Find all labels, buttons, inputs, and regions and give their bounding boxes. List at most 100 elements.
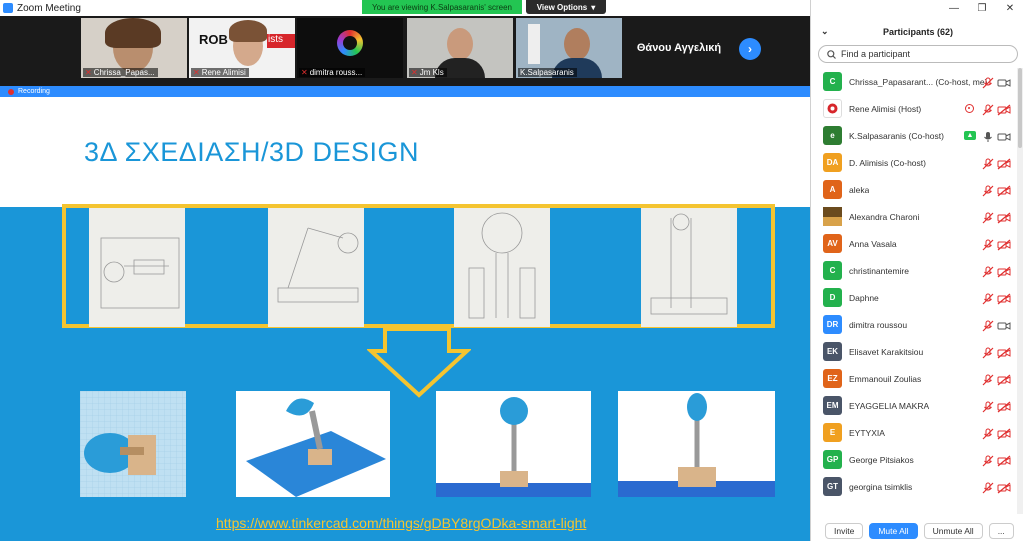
mic-muted-icon[interactable] xyxy=(982,76,994,88)
participant-row[interactable]: Aaleka xyxy=(811,176,1016,203)
participant-row[interactable]: EM EYAGGELIA MAKRA xyxy=(811,392,1016,419)
camera-off-icon[interactable] xyxy=(997,373,1011,385)
3d-render-image xyxy=(80,391,186,497)
mic-muted-icon[interactable] xyxy=(982,157,994,169)
unmute-all-button[interactable]: Unmute All xyxy=(923,523,983,539)
participant-name: Chrissa_Papasarant... (Co-host, me) xyxy=(849,76,988,87)
mic-muted-icon: ✕ xyxy=(411,68,418,77)
camera-off-icon[interactable] xyxy=(997,184,1011,196)
slide-title: 3Δ ΣΧΕΔΙΑΣΗ/3D DESIGN xyxy=(84,137,420,167)
close-icon[interactable]: ✕ xyxy=(996,0,1024,16)
participant-avatar: C xyxy=(823,261,842,280)
maximize-icon[interactable]: ❐ xyxy=(968,0,996,16)
video-tile[interactable]: ✕ Jm Kls xyxy=(407,18,513,78)
mic-muted-icon[interactable] xyxy=(982,292,994,304)
mic-muted-icon[interactable] xyxy=(982,400,994,412)
mic-muted-icon[interactable] xyxy=(982,481,994,493)
mic-muted-icon[interactable] xyxy=(982,265,994,277)
participant-row[interactable]: D Daphne xyxy=(811,284,1016,311)
participant-row[interactable]: EZ Emmanouil Zoulias xyxy=(811,365,1016,392)
mic-muted-icon[interactable] xyxy=(982,346,994,358)
sketch-image xyxy=(641,208,737,327)
video-gallery-strip: ✕ Chrissa_Papas... ROB ists ✕ Rene Alimisi… xyxy=(0,16,810,86)
view-options-button[interactable]: View Options ▾ xyxy=(526,0,606,14)
participant-list-scrollbar[interactable] xyxy=(1017,68,1023,514)
participant-name: Elisavet Karakitsiou xyxy=(849,346,924,357)
participant-row[interactable]: E EYTYXIA xyxy=(811,419,1016,446)
search-input[interactable] xyxy=(841,49,1011,59)
camera-off-icon[interactable] xyxy=(997,454,1011,466)
mic-muted-icon[interactable] xyxy=(982,454,994,466)
profile-photo-icon xyxy=(823,207,842,226)
participant-row[interactable]: C Chrissa_Papasarant... (Co-host, me) xyxy=(811,68,1016,95)
participant-row[interactable]: Alexandra Charoni xyxy=(811,203,1016,230)
gallery-next-button[interactable]: › xyxy=(739,38,761,60)
participant-avatar xyxy=(823,99,842,118)
camera-off-icon[interactable] xyxy=(997,481,1011,493)
participant-avatar xyxy=(823,207,842,226)
participant-row[interactable]: EK Elisavet Karakitsiou xyxy=(811,338,1016,365)
video-tile[interactable]: ROB ists ✕ Rene Alimisi xyxy=(189,18,295,78)
minimize-icon[interactable]: — xyxy=(940,0,968,16)
participant-name: Rene Alimisi (Host) xyxy=(849,103,922,114)
video-tile[interactable]: ✕ Chrissa_Papas... xyxy=(81,18,187,78)
participants-title: Participants (62) xyxy=(882,27,954,37)
mute-all-button[interactable]: Mute All xyxy=(869,523,918,539)
participant-row[interactable]: Rene Alimisi (Host) xyxy=(811,95,1016,122)
camera-off-icon[interactable] xyxy=(997,346,1011,358)
participant-name: Alexandra Charoni xyxy=(849,211,920,222)
invite-button[interactable]: Invite xyxy=(825,523,864,539)
camera-icon[interactable] xyxy=(997,76,1011,88)
robotics-logo-icon xyxy=(827,103,838,114)
down-arrow-graphic xyxy=(367,327,471,398)
participant-name: Anna Vasala xyxy=(849,238,897,249)
camera-off-icon[interactable] xyxy=(997,265,1011,277)
participant-name: aleka xyxy=(849,184,870,195)
participant-avatar: EK xyxy=(823,342,842,361)
mic-muted-icon: ✕ xyxy=(85,68,92,77)
mic-muted-icon[interactable] xyxy=(982,238,994,250)
participant-avatar: D xyxy=(823,288,842,307)
camera-off-icon[interactable] xyxy=(997,292,1011,304)
camera-off-icon[interactable] xyxy=(997,238,1011,250)
participants-panel: — ❐ ✕ ⌄ Participants (62) C Chrissa_Papas… xyxy=(810,0,1024,541)
mic-muted-icon: ✕ xyxy=(193,68,200,77)
video-tile-logo: ROB xyxy=(199,32,228,47)
participant-name: EYTYXIA xyxy=(849,427,885,438)
3d-render-image xyxy=(436,391,591,497)
mic-muted-icon[interactable] xyxy=(982,373,994,385)
video-tile[interactable]: K.Salpasaranis xyxy=(516,18,622,78)
participant-search[interactable] xyxy=(818,45,1018,63)
camera-off-icon[interactable] xyxy=(997,427,1011,439)
camera-off-icon[interactable] xyxy=(997,103,1011,115)
mic-icon[interactable] xyxy=(982,130,994,142)
participant-row[interactable]: e K.Salpasaranis (Co-host) ▲ xyxy=(811,122,1016,149)
mic-muted-icon[interactable] xyxy=(982,319,994,331)
participant-row[interactable]: Cchristinantemire xyxy=(811,257,1016,284)
camera-off-icon[interactable] xyxy=(997,400,1011,412)
participant-row[interactable]: AV Anna Vasala xyxy=(811,230,1016,257)
video-tile-name-only[interactable]: Θάνου Αγγελική xyxy=(626,18,732,78)
video-tile[interactable]: ✕ dimitra rouss... xyxy=(297,18,403,78)
mic-muted-icon[interactable] xyxy=(982,103,994,115)
participant-row[interactable]: DR dimitra roussou xyxy=(811,311,1016,338)
participant-avatar: A xyxy=(823,180,842,199)
mic-muted-icon[interactable] xyxy=(982,184,994,196)
tinkercad-link[interactable]: https://www.tinkercad.com/things/gDBY8rg… xyxy=(216,515,586,531)
camera-off-icon[interactable] xyxy=(997,211,1011,223)
camera-off-icon[interactable] xyxy=(997,157,1011,169)
chevron-down-icon[interactable]: ⌄ xyxy=(821,26,829,37)
scrollbar-thumb[interactable] xyxy=(1018,68,1022,148)
camera-icon[interactable] xyxy=(997,130,1011,142)
video-tile-label: ✕ dimitra rouss... xyxy=(299,68,366,77)
more-options-button[interactable]: ... xyxy=(988,523,1014,539)
mic-muted-icon[interactable] xyxy=(982,427,994,439)
camera-icon[interactable] xyxy=(997,319,1011,331)
mic-muted-icon: ✕ xyxy=(301,68,308,77)
participant-row[interactable]: GT georgina tsimklis xyxy=(811,473,1016,500)
zoom-app-icon xyxy=(3,3,13,13)
participant-avatar: DR xyxy=(823,315,842,334)
participant-row[interactable]: GP George Pitsiakos xyxy=(811,446,1016,473)
participant-row[interactable]: DA D. Alimisis (Co-host) xyxy=(811,149,1016,176)
mic-muted-icon[interactable] xyxy=(982,211,994,223)
